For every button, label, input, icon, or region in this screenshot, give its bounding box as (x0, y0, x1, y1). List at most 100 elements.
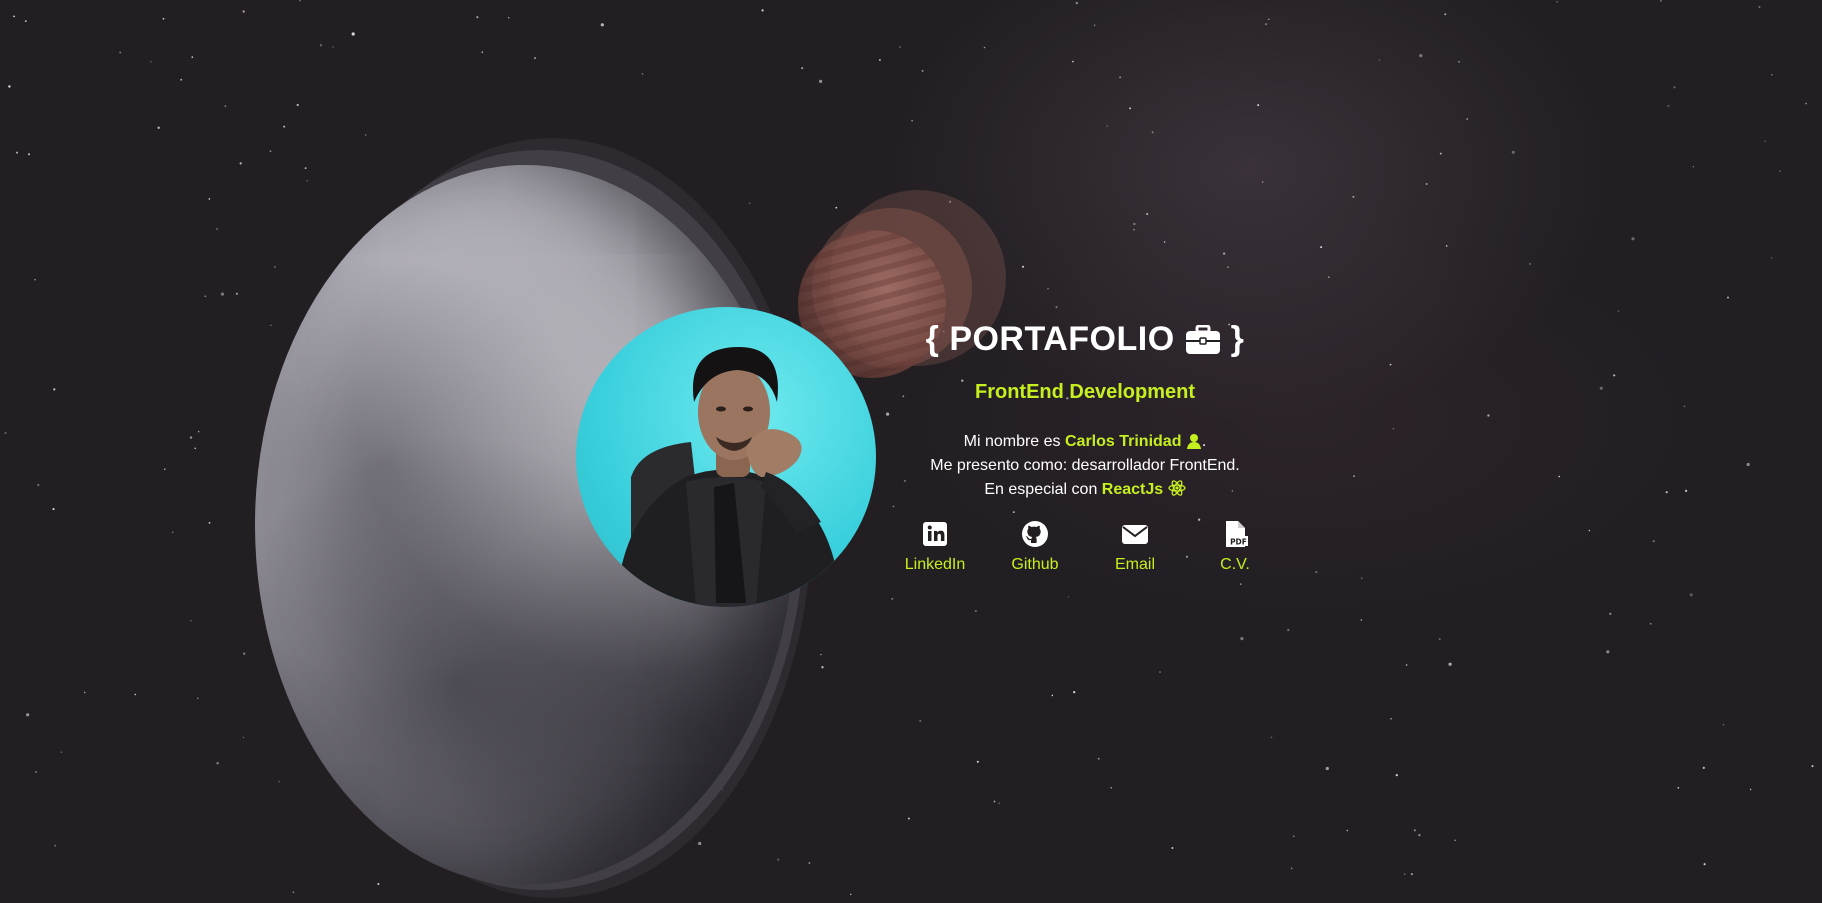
star (1290, 867, 1293, 870)
star (899, 46, 902, 48)
star (242, 10, 245, 13)
star (1067, 596, 1070, 598)
star (119, 51, 122, 54)
star (1617, 310, 1620, 312)
star (1665, 491, 1668, 494)
star (1390, 718, 1392, 720)
star (1727, 296, 1729, 299)
star (1353, 475, 1356, 478)
star (243, 652, 246, 655)
star (1163, 241, 1166, 243)
star (1683, 405, 1686, 408)
star (220, 292, 224, 296)
star (1327, 276, 1330, 278)
star (1093, 24, 1096, 26)
star (974, 610, 977, 613)
star (1075, 1, 1078, 5)
title-text: PORTAFOLIO (949, 320, 1175, 358)
envelope-icon (1122, 525, 1148, 544)
star (1458, 61, 1460, 63)
star (1239, 583, 1242, 585)
star (1466, 118, 1469, 120)
star (270, 324, 272, 327)
star (1613, 374, 1616, 377)
star (600, 23, 604, 27)
star (533, 57, 537, 60)
user-icon (1186, 434, 1201, 449)
bio-name-prefix: Mi nombre es (963, 433, 1061, 450)
star (1454, 839, 1457, 842)
star (37, 483, 40, 487)
pdf-file-icon: PDF (1226, 521, 1248, 547)
bio-line-name: Mi nombre es Carlos Trinidad . (880, 430, 1290, 454)
star (26, 713, 30, 717)
star (1692, 165, 1695, 168)
bio-line-tech: En especial con ReactJs (880, 478, 1290, 502)
star (998, 802, 1001, 805)
star (1606, 650, 1610, 654)
star (1389, 363, 1392, 366)
linkedin-link[interactable]: LinkedIn (885, 520, 985, 574)
email-label: Email (1114, 556, 1155, 573)
star (1413, 829, 1416, 832)
star (8, 85, 11, 88)
star (777, 858, 780, 861)
star (476, 16, 479, 19)
star (1287, 628, 1290, 632)
star (224, 105, 227, 108)
star (1129, 107, 1132, 110)
star (216, 228, 218, 230)
star (299, 0, 301, 2)
star (1146, 212, 1149, 216)
github-link[interactable]: Github (985, 520, 1085, 574)
star (698, 841, 702, 846)
star (292, 891, 295, 894)
star (1047, 287, 1049, 290)
star (1378, 59, 1381, 62)
star (1151, 131, 1154, 134)
role-subtitle: FrontEnd Development (974, 381, 1195, 403)
star (821, 666, 824, 669)
star (891, 597, 894, 600)
star (1660, 0, 1662, 2)
star (60, 751, 63, 753)
star (269, 150, 272, 153)
star (204, 295, 207, 298)
linkedin-icon (923, 522, 947, 546)
star (1703, 863, 1706, 866)
star (801, 67, 804, 70)
star (1352, 195, 1355, 198)
star (1667, 104, 1670, 107)
star (1133, 222, 1136, 226)
star (1072, 60, 1074, 63)
star (34, 278, 36, 281)
star (364, 134, 367, 136)
star (748, 202, 751, 205)
star (1588, 529, 1591, 532)
star (34, 771, 38, 774)
star (641, 73, 644, 75)
bio-text: Mi nombre es Carlos Trinidad . Me presen… (880, 430, 1290, 502)
star (197, 697, 199, 700)
star (919, 720, 922, 722)
star (27, 153, 31, 156)
star (820, 653, 822, 656)
star (1722, 724, 1725, 726)
cv-download-link[interactable]: PDF C.V. (1185, 520, 1285, 574)
star (1425, 182, 1428, 186)
star (1758, 6, 1761, 8)
person-portrait (616, 347, 841, 607)
star (1746, 462, 1750, 467)
star (976, 760, 979, 763)
star (1438, 638, 1441, 641)
star (208, 198, 211, 200)
email-link[interactable]: Email (1085, 520, 1185, 574)
star (332, 46, 334, 48)
star (1110, 787, 1112, 789)
briefcase-icon (1185, 324, 1220, 354)
brace-close: } (1230, 320, 1245, 358)
star (189, 436, 193, 439)
star (1055, 306, 1058, 309)
star (835, 206, 838, 209)
star (1346, 829, 1349, 832)
